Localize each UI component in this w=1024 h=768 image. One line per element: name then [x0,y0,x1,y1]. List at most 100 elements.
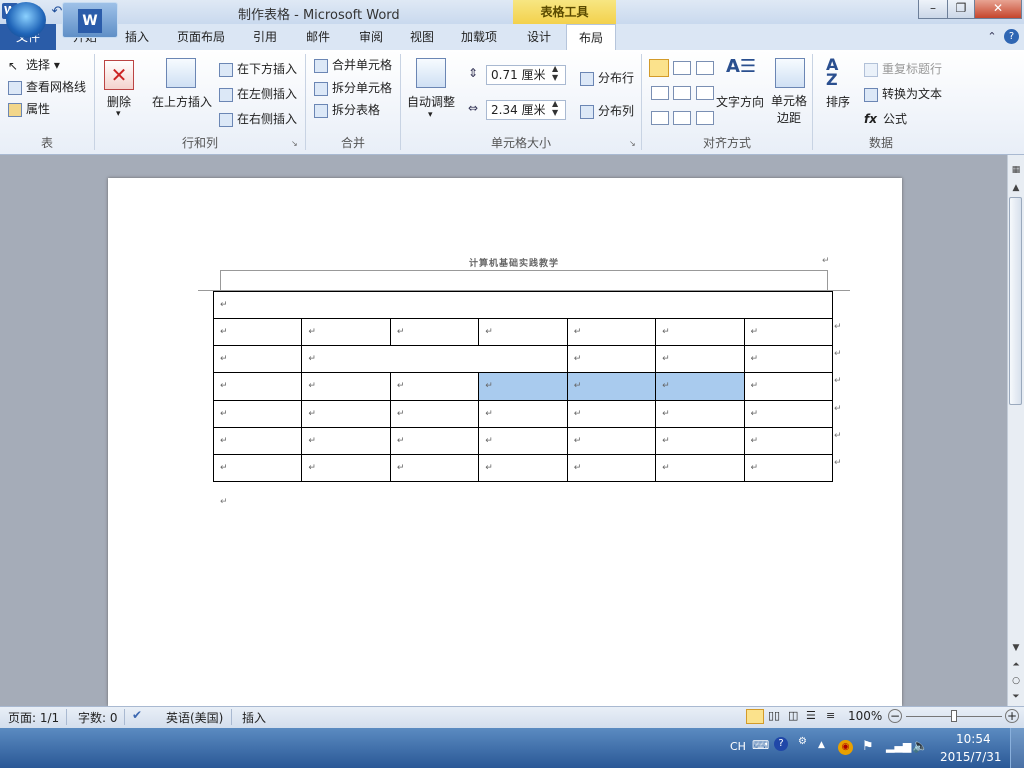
minimize-icon[interactable]: – [918,0,948,19]
tab-insert[interactable]: 插入 [115,24,159,50]
distribute-cols-button[interactable]: 分布列 [580,102,634,119]
table-cell[interactable]: ↵ [655,426,745,455]
table-row[interactable]: ↵ ↵ ↵ ↵ ↵ ↵ ↵ [212,453,834,483]
security-tray-icon[interactable]: ◉ [838,740,853,755]
tab-review[interactable]: 审阅 [349,24,393,50]
table-cell[interactable]: ↵ [566,399,657,428]
table-cell[interactable]: ↵ [301,372,391,401]
table-cell[interactable]: ↵ [478,453,568,483]
table-cell[interactable]: ↵ [655,453,745,483]
outline-view-icon[interactable]: ☰ [806,709,816,722]
table-cell[interactable]: ↵ [301,345,568,374]
table-cell[interactable]: ↵ [212,453,303,483]
insert-above-button[interactable]: 在上方插入 [152,93,212,110]
zoom-slider-thumb[interactable] [951,710,957,722]
delete-button[interactable]: 删除 [107,93,131,110]
align-bottom-right-icon[interactable] [696,111,714,125]
proofing-icon[interactable]: ✔ [132,708,142,722]
table-row[interactable]: ↵ [213,290,833,320]
dialog-launcher-icon[interactable]: ↘ [291,139,298,148]
next-page-icon[interactable]: ⏷ [1008,689,1024,705]
document-table[interactable]: ↵ ↵ ↵ ↵ ↵ ↵ ↵ ↵ ↵ ↵ ↵ ↵ ↵ ↵ ↵ ↵ ↵ ↵ ↵ ↵ ↵ ↵ ↵ ↵ ↵ ↵ ↵ ↵ ↵ ↵ ↵ ↵ ↵ ↵ ↵ ↵ ↵ ↵ ↵ ↵… [212,290,834,483]
header-text-box[interactable] [220,270,828,291]
select-button[interactable]: ↖ 选择 ▾ [8,56,60,73]
align-middle-left-icon[interactable] [651,86,669,100]
align-top-right-icon[interactable] [696,61,714,75]
word-count[interactable]: 字数: 0 [78,709,118,726]
ribbon-collapse-icon[interactable]: ⌃ [985,30,999,44]
insert-left-button[interactable]: 在左侧插入 [219,85,297,102]
convert-to-text-button[interactable]: 转换为文本 [864,85,942,102]
table-cell[interactable]: ↵ [301,426,391,455]
volume-icon[interactable]: 🔈 [912,739,928,754]
zoom-out-icon[interactable]: − [888,709,902,723]
draft-view-icon[interactable]: ≡ [826,709,835,722]
table-row[interactable]: ↵ ↵ ↵ ↵ ↵ ↵ ↵ [212,426,834,455]
close-icon[interactable]: ✕ [974,0,1022,19]
text-direction-button[interactable]: 文字方向 [716,93,764,110]
table-cell[interactable]: ↵ [389,426,480,455]
view-gridlines-button[interactable]: 查看网格线 [8,78,86,95]
table-cell[interactable]: ↵ [478,372,568,401]
table-cell[interactable]: ↵ [478,318,568,347]
previous-page-icon[interactable]: ⏶ [1008,657,1024,673]
cell-margins-button[interactable]: 单元格边距 [768,93,810,127]
align-top-left-icon[interactable] [649,59,669,77]
show-hidden-icons-icon[interactable]: ▲ [818,740,825,750]
table-row[interactable]: ↵ ↵ ↵ ↵ ↵ ↵ ↵ [212,318,834,347]
delete-dropdown-icon[interactable]: ▾ [116,109,121,119]
table-cell[interactable]: ↵ [301,453,391,483]
dialog-launcher-icon[interactable]: ↘ [629,139,636,148]
full-screen-reading-icon[interactable]: ▯▯ [768,709,780,722]
table-cell[interactable]: ↵ [566,318,657,347]
table-cell[interactable]: ↵ [655,399,745,428]
table-cell[interactable]: ↵ [301,399,391,428]
table-cell[interactable]: ↵ [478,399,568,428]
table-cell[interactable]: ↵ [655,318,745,347]
insert-mode-indicator[interactable]: 插入 [242,709,266,726]
print-layout-view-icon[interactable] [746,709,764,724]
clock-date[interactable]: 2015/7/31 [940,750,1002,764]
table-cell[interactable]: ↵ [389,399,480,428]
network-icon[interactable]: ▂▄▆ [886,740,911,753]
table-cell[interactable]: ↵ [743,399,834,428]
align-top-center-icon[interactable] [673,61,691,75]
table-row[interactable]: ↵ ↵ ↵ ↵ ↵ ↵ ↵ [212,399,834,428]
insert-right-button[interactable]: 在右侧插入 [219,110,297,127]
scroll-down-icon[interactable]: ▼ [1008,640,1024,656]
sort-button[interactable]: 排序 [826,93,850,110]
table-cell[interactable]: ↵ [743,426,834,455]
help-icon[interactable]: ? [1004,29,1019,44]
align-middle-right-icon[interactable] [696,86,714,100]
distribute-rows-button[interactable]: 分布行 [580,69,634,86]
formula-button[interactable]: fx 公式 [864,110,907,127]
table-row[interactable]: ↵ ↵ ↵ ↵ ↵ ↵ ↵ [212,372,834,401]
table-cell[interactable]: ↵ [566,426,657,455]
table-cell[interactable]: ↵ [655,345,745,374]
web-layout-icon[interactable]: ◫ [788,709,798,722]
table-cell[interactable]: ↵ [301,318,391,347]
split-cells-button[interactable]: 拆分单元格 [314,79,392,96]
page-count[interactable]: 页面: 1/1 [8,709,59,726]
autofit-dropdown-icon[interactable]: ▾ [428,110,433,120]
width-spinner-icon[interactable]: ▲ ▼ [552,99,558,117]
table-row[interactable]: ↵ ↵ ↵ ↵ ↵ [212,345,834,374]
tab-references[interactable]: 引用 [243,24,287,50]
table-cell[interactable]: ↵ [389,372,480,401]
maximize-icon[interactable]: ❐ [947,0,975,19]
start-button-icon[interactable] [6,2,46,38]
zoom-in-icon[interactable]: + [1005,709,1019,723]
ime-settings-icon[interactable]: ⚙ [798,736,807,747]
table-cell[interactable]: ↵ [743,372,834,401]
table-cell[interactable]: ↵ [389,453,480,483]
height-spinner-icon[interactable]: ▲ ▼ [552,64,558,82]
split-table-button[interactable]: 拆分表格 [314,101,380,118]
autofit-button[interactable]: 自动调整 [407,93,455,110]
tab-view[interactable]: 视图 [400,24,444,50]
tab-design[interactable]: 设计 [516,24,562,50]
language-indicator[interactable]: 英语(美国) [166,709,223,726]
input-method-indicator[interactable]: CH [730,740,746,753]
table-cell[interactable]: ↵ [389,318,480,347]
ruler-toggle-icon[interactable]: ▦ [1008,162,1024,178]
document-title[interactable]: 计算机基础实践教学 [469,256,559,269]
